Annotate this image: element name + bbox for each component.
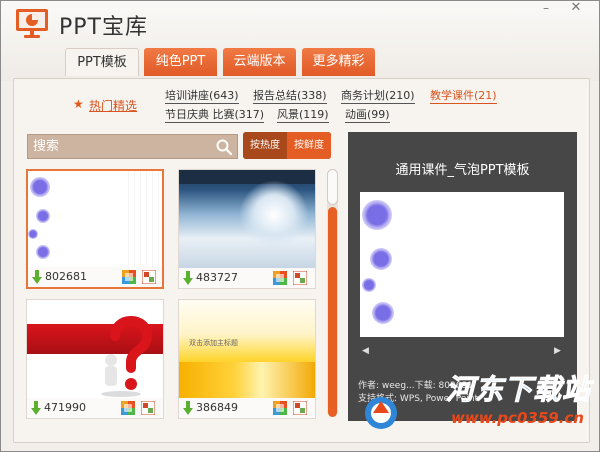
template-card[interactable]: 802681 — [26, 169, 164, 289]
bubble-shape — [362, 278, 376, 292]
star-icon: ★ — [73, 97, 84, 111]
category-animation[interactable]: 动画(99) — [345, 108, 390, 123]
minimize-button[interactable]: – — [535, 1, 557, 17]
category-training[interactable]: 培训讲座(643) — [165, 89, 239, 104]
watermark-text: 河东下载站 — [445, 373, 592, 407]
template-card[interactable]: 483727 — [178, 169, 316, 289]
app-title: PPT宝库 — [59, 15, 148, 40]
tab-cloud-version[interactable]: 云端版本 — [223, 48, 296, 76]
wps-icon — [121, 401, 135, 415]
wps-icon — [273, 271, 287, 285]
template-card[interactable]: 471990 — [26, 299, 164, 419]
tab-more[interactable]: 更多精彩 — [302, 48, 375, 76]
card-footer: 483727 — [179, 268, 315, 288]
template-texture — [128, 171, 162, 269]
watermark-url: www.pc0359.cn — [451, 409, 584, 427]
template-thumbnail — [179, 170, 315, 268]
app-window: PPT宝库 – ✕ PPT模板 纯色PPT 云端版本 更多精彩 ★ 热门精选 培… — [0, 0, 600, 452]
close-button[interactable]: ✕ — [565, 1, 587, 17]
powerpoint-icon — [293, 401, 307, 415]
powerpoint-icon — [141, 401, 155, 415]
ppt-logo-icon — [16, 9, 48, 38]
search-box — [27, 134, 238, 159]
bubble-shape — [28, 229, 38, 239]
scrollbar-thumb[interactable] — [327, 169, 338, 205]
download-count: 386849 — [196, 401, 238, 414]
question-figure-icon — [101, 316, 153, 397]
wps-icon — [273, 401, 287, 415]
category-teaching[interactable]: 教学课件(21) — [430, 89, 497, 104]
download-count: 483727 — [196, 271, 238, 284]
bubble-shape — [36, 245, 50, 259]
category-business[interactable]: 商务计划(210) — [341, 89, 415, 104]
bubble-shape — [30, 177, 50, 197]
download-icon — [31, 401, 41, 415]
download-count: 471990 — [44, 401, 86, 414]
scrollbar-fill — [328, 207, 337, 417]
card-footer: 802681 — [28, 267, 162, 287]
template-texture — [179, 362, 315, 398]
sort-toggle: 按热度 按鲜度 — [243, 132, 331, 159]
download-count: 802681 — [45, 270, 87, 283]
search-icon[interactable] — [215, 138, 233, 156]
title-bar: PPT宝库 – ✕ PPT模板 纯色PPT 云端版本 更多精彩 — [1, 1, 599, 81]
tab-solid-ppt[interactable]: 纯色PPT — [144, 48, 217, 76]
template-texture — [239, 180, 309, 250]
category-scenery[interactable]: 风景(119) — [277, 108, 329, 123]
category-festival[interactable]: 节日庆典 比赛(317) — [165, 108, 265, 123]
sort-by-heat-button[interactable]: 按热度 — [243, 132, 287, 159]
powerpoint-icon — [142, 270, 156, 284]
wps-icon — [122, 270, 136, 284]
tab-ppt-templates[interactable]: PPT模板 — [65, 48, 139, 76]
chevron-right-icon[interactable]: ▶ — [554, 346, 561, 356]
template-texture — [179, 170, 315, 184]
preview-title: 通用课件_气泡PPT模板 — [395, 163, 530, 178]
bubble-shape — [36, 209, 50, 223]
download-icon — [183, 271, 193, 285]
chevron-left-icon[interactable]: ◀ — [362, 346, 369, 356]
preview-image[interactable] — [360, 192, 564, 337]
category-reports[interactable]: 报告总结(338) — [253, 89, 327, 104]
bubble-shape — [362, 200, 392, 230]
bubble-shape — [370, 248, 392, 270]
hot-picks-link[interactable]: 热门精选 — [89, 97, 137, 114]
template-card[interactable]: 双击添加主标题 386849 — [178, 299, 316, 419]
download-icon — [183, 401, 193, 415]
card-footer: 471990 — [27, 398, 163, 418]
sort-by-fresh-button[interactable]: 按鲜度 — [287, 132, 331, 159]
template-thumbnail: 双击添加主标题 — [179, 300, 315, 398]
bubble-shape — [372, 302, 394, 324]
template-thumbnail — [27, 300, 163, 398]
thumbnail-title: 双击添加主标题 — [189, 339, 238, 347]
search-input[interactable] — [28, 135, 213, 158]
card-footer: 386849 — [179, 398, 315, 418]
download-icon — [32, 270, 42, 284]
powerpoint-icon — [293, 271, 307, 285]
template-thumbnail — [28, 171, 162, 269]
